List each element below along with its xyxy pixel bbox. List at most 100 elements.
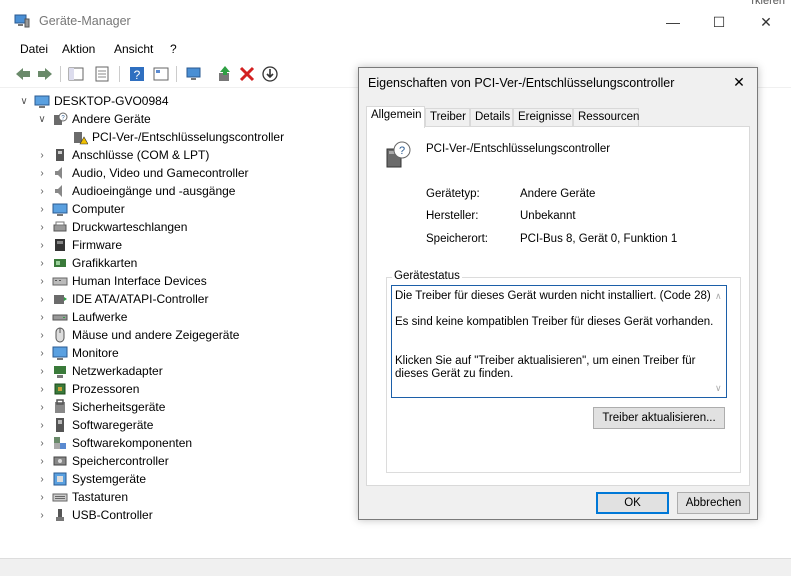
speaker-icon [52,183,68,199]
menu-datei[interactable]: Datei [20,42,48,56]
tree-item-label: Audioeingänge und -ausgänge [72,184,236,198]
toolbar-separator [119,66,120,82]
status-line: Klicken Sie auf "Treiber aktualisieren",… [395,355,696,380]
disable-device-icon[interactable] [261,65,279,83]
scroll-down-icon: ∨ [715,383,722,393]
chevron-right-icon[interactable]: › [36,437,48,449]
general-tab-panel: ? PCI-Ver-/Entschlüsselungscontroller Ge… [366,126,750,486]
chevron-down-icon[interactable]: ∨ [36,113,48,125]
tab-treiber[interactable]: Treiber [425,108,470,127]
tree-device-item[interactable]: PCI-Ver-/Entschlüsselungscontroller [72,128,284,146]
tree-category-item[interactable]: › Softwaregeräte [36,416,153,434]
tree-category-item[interactable]: › Sicherheitsgeräte [36,398,165,416]
chevron-right-icon[interactable]: › [36,221,48,233]
chevron-right-icon[interactable]: › [36,149,48,161]
uninstall-icon[interactable] [238,65,256,83]
chevron-right-icon[interactable]: › [36,275,48,287]
tab-ressourcen[interactable]: Ressourcen [573,108,639,127]
menu-ansicht[interactable]: Ansicht [114,42,153,56]
tree-category-item[interactable]: › Audioeingänge und -ausgänge [36,182,235,200]
chevron-right-icon[interactable]: › [36,203,48,215]
chevron-right-icon[interactable]: › [36,167,48,179]
chevron-right-icon[interactable]: › [36,455,48,467]
prop-manufacturer-value: Unbekannt [520,210,576,222]
toolbar-separator [176,66,177,82]
device-status-textbox[interactable]: Die Treiber für dieses Gerät wurden nich… [391,285,727,398]
display-adapter-icon [52,255,68,271]
chevron-right-icon[interactable]: › [36,239,48,251]
ok-button[interactable]: OK [596,492,669,514]
tree-category-item[interactable]: › Druckwarteschlangen [36,218,187,236]
back-arrow-icon[interactable] [14,65,32,83]
chevron-right-icon[interactable]: › [36,491,48,503]
tree-item-label: Laufwerke [72,310,128,324]
tree-category-item[interactable]: › Grafikkarten [36,254,137,272]
tree-category-item[interactable]: › Speichercontroller [36,452,168,470]
chevron-right-icon[interactable]: › [36,419,48,431]
prop-device-type-label: Gerätetyp: [426,188,480,200]
scroll-up-icon: ∧ [715,291,722,301]
close-window-button[interactable]: ✕ [746,10,786,34]
chevron-right-icon[interactable]: › [36,257,48,269]
scan-hardware-icon[interactable] [185,65,203,83]
tree-item-label: Softwaregeräte [72,418,154,432]
processor-icon [52,381,68,397]
properties-icon[interactable] [93,65,111,83]
tree-category-item[interactable]: › Mäuse und andere Zeigegeräte [36,326,239,344]
forward-arrow-icon[interactable] [36,65,54,83]
status-bar [0,558,791,576]
menu-aktion[interactable]: Aktion [62,42,95,56]
software-device-icon [52,417,68,433]
chevron-right-icon[interactable]: › [36,365,48,377]
tree-category-item[interactable]: › Anschlüsse (COM & LPT) [36,146,209,164]
tree-category-item[interactable]: › Netzwerkadapter [36,362,163,380]
tree-category-item[interactable]: › Computer [36,200,125,218]
tree-category-item[interactable]: › Monitore [36,344,119,362]
tree-category-item[interactable]: › USB-Controller [36,506,152,524]
cancel-button[interactable]: Abbrechen [677,492,750,514]
tree-category-item[interactable]: › Audio, Video und Gamecontroller [36,164,248,182]
chevron-right-icon[interactable]: › [36,401,48,413]
status-scrollbar[interactable]: ∧ ∨ [714,290,724,395]
tab-details[interactable]: Details [470,108,513,127]
prop-location-value: PCI-Bus 8, Gerät 0, Funktion 1 [520,233,678,245]
tab-allgemein[interactable]: Allgemein [366,106,425,128]
tree-root-computer[interactable]: ∨ DESKTOP-GVO0984 [18,92,169,110]
tree-category-item[interactable]: › Human Interface Devices [36,272,207,290]
prop-device-type-value: Andere Geräte [520,188,596,200]
tab-ereignisse[interactable]: Ereignisse [513,108,573,127]
console-tree-icon[interactable] [67,65,85,83]
help-icon[interactable]: ? [128,65,146,83]
tree-item-label: Sicherheitsgeräte [72,400,166,414]
chevron-right-icon[interactable]: › [36,473,48,485]
chevron-right-icon[interactable]: › [36,311,48,323]
chevron-right-icon[interactable]: › [36,509,48,521]
dialog-title: Eigenschaften von PCI-Ver-/Entschlüsselu… [368,76,675,90]
update-driver-icon[interactable] [216,65,234,83]
tree-category-item[interactable]: › Laufwerke [36,308,127,326]
minimize-button[interactable]: — [653,10,693,34]
drive-icon [52,309,68,325]
view-icon[interactable] [152,65,170,83]
menu-help[interactable]: ? [170,42,177,56]
tree-category-item[interactable]: › Systemgeräte [36,470,146,488]
properties-dialog: Eigenschaften von PCI-Ver-/Entschlüsselu… [358,67,758,520]
chevron-right-icon[interactable]: › [36,347,48,359]
chevron-right-icon[interactable]: › [36,383,48,395]
dialog-close-button[interactable]: ✕ [729,72,749,92]
tree-category-item[interactable]: › IDE ATA/ATAPI-Controller [36,290,208,308]
tree-category-item[interactable]: › Firmware [36,236,122,254]
tree-category-item[interactable]: › Prozessoren [36,380,139,398]
tree-item-label: Human Interface Devices [72,274,207,288]
tree-category-item[interactable]: › Tastaturen [36,488,128,506]
maximize-button[interactable]: ☐ [699,10,739,34]
chevron-down-icon[interactable]: ∨ [18,95,30,107]
chevron-right-icon[interactable]: › [36,185,48,197]
chevron-right-icon[interactable]: › [36,293,48,305]
tree-category-item[interactable]: ∨? Andere Geräte [36,110,150,128]
chevron-right-icon[interactable]: › [36,329,48,341]
prop-manufacturer-label: Hersteller: [426,210,479,222]
tree-item-label: Druckwarteschlangen [72,220,188,234]
update-driver-button[interactable]: Treiber aktualisieren... [593,407,725,429]
tree-category-item[interactable]: › Softwarekomponenten [36,434,192,452]
